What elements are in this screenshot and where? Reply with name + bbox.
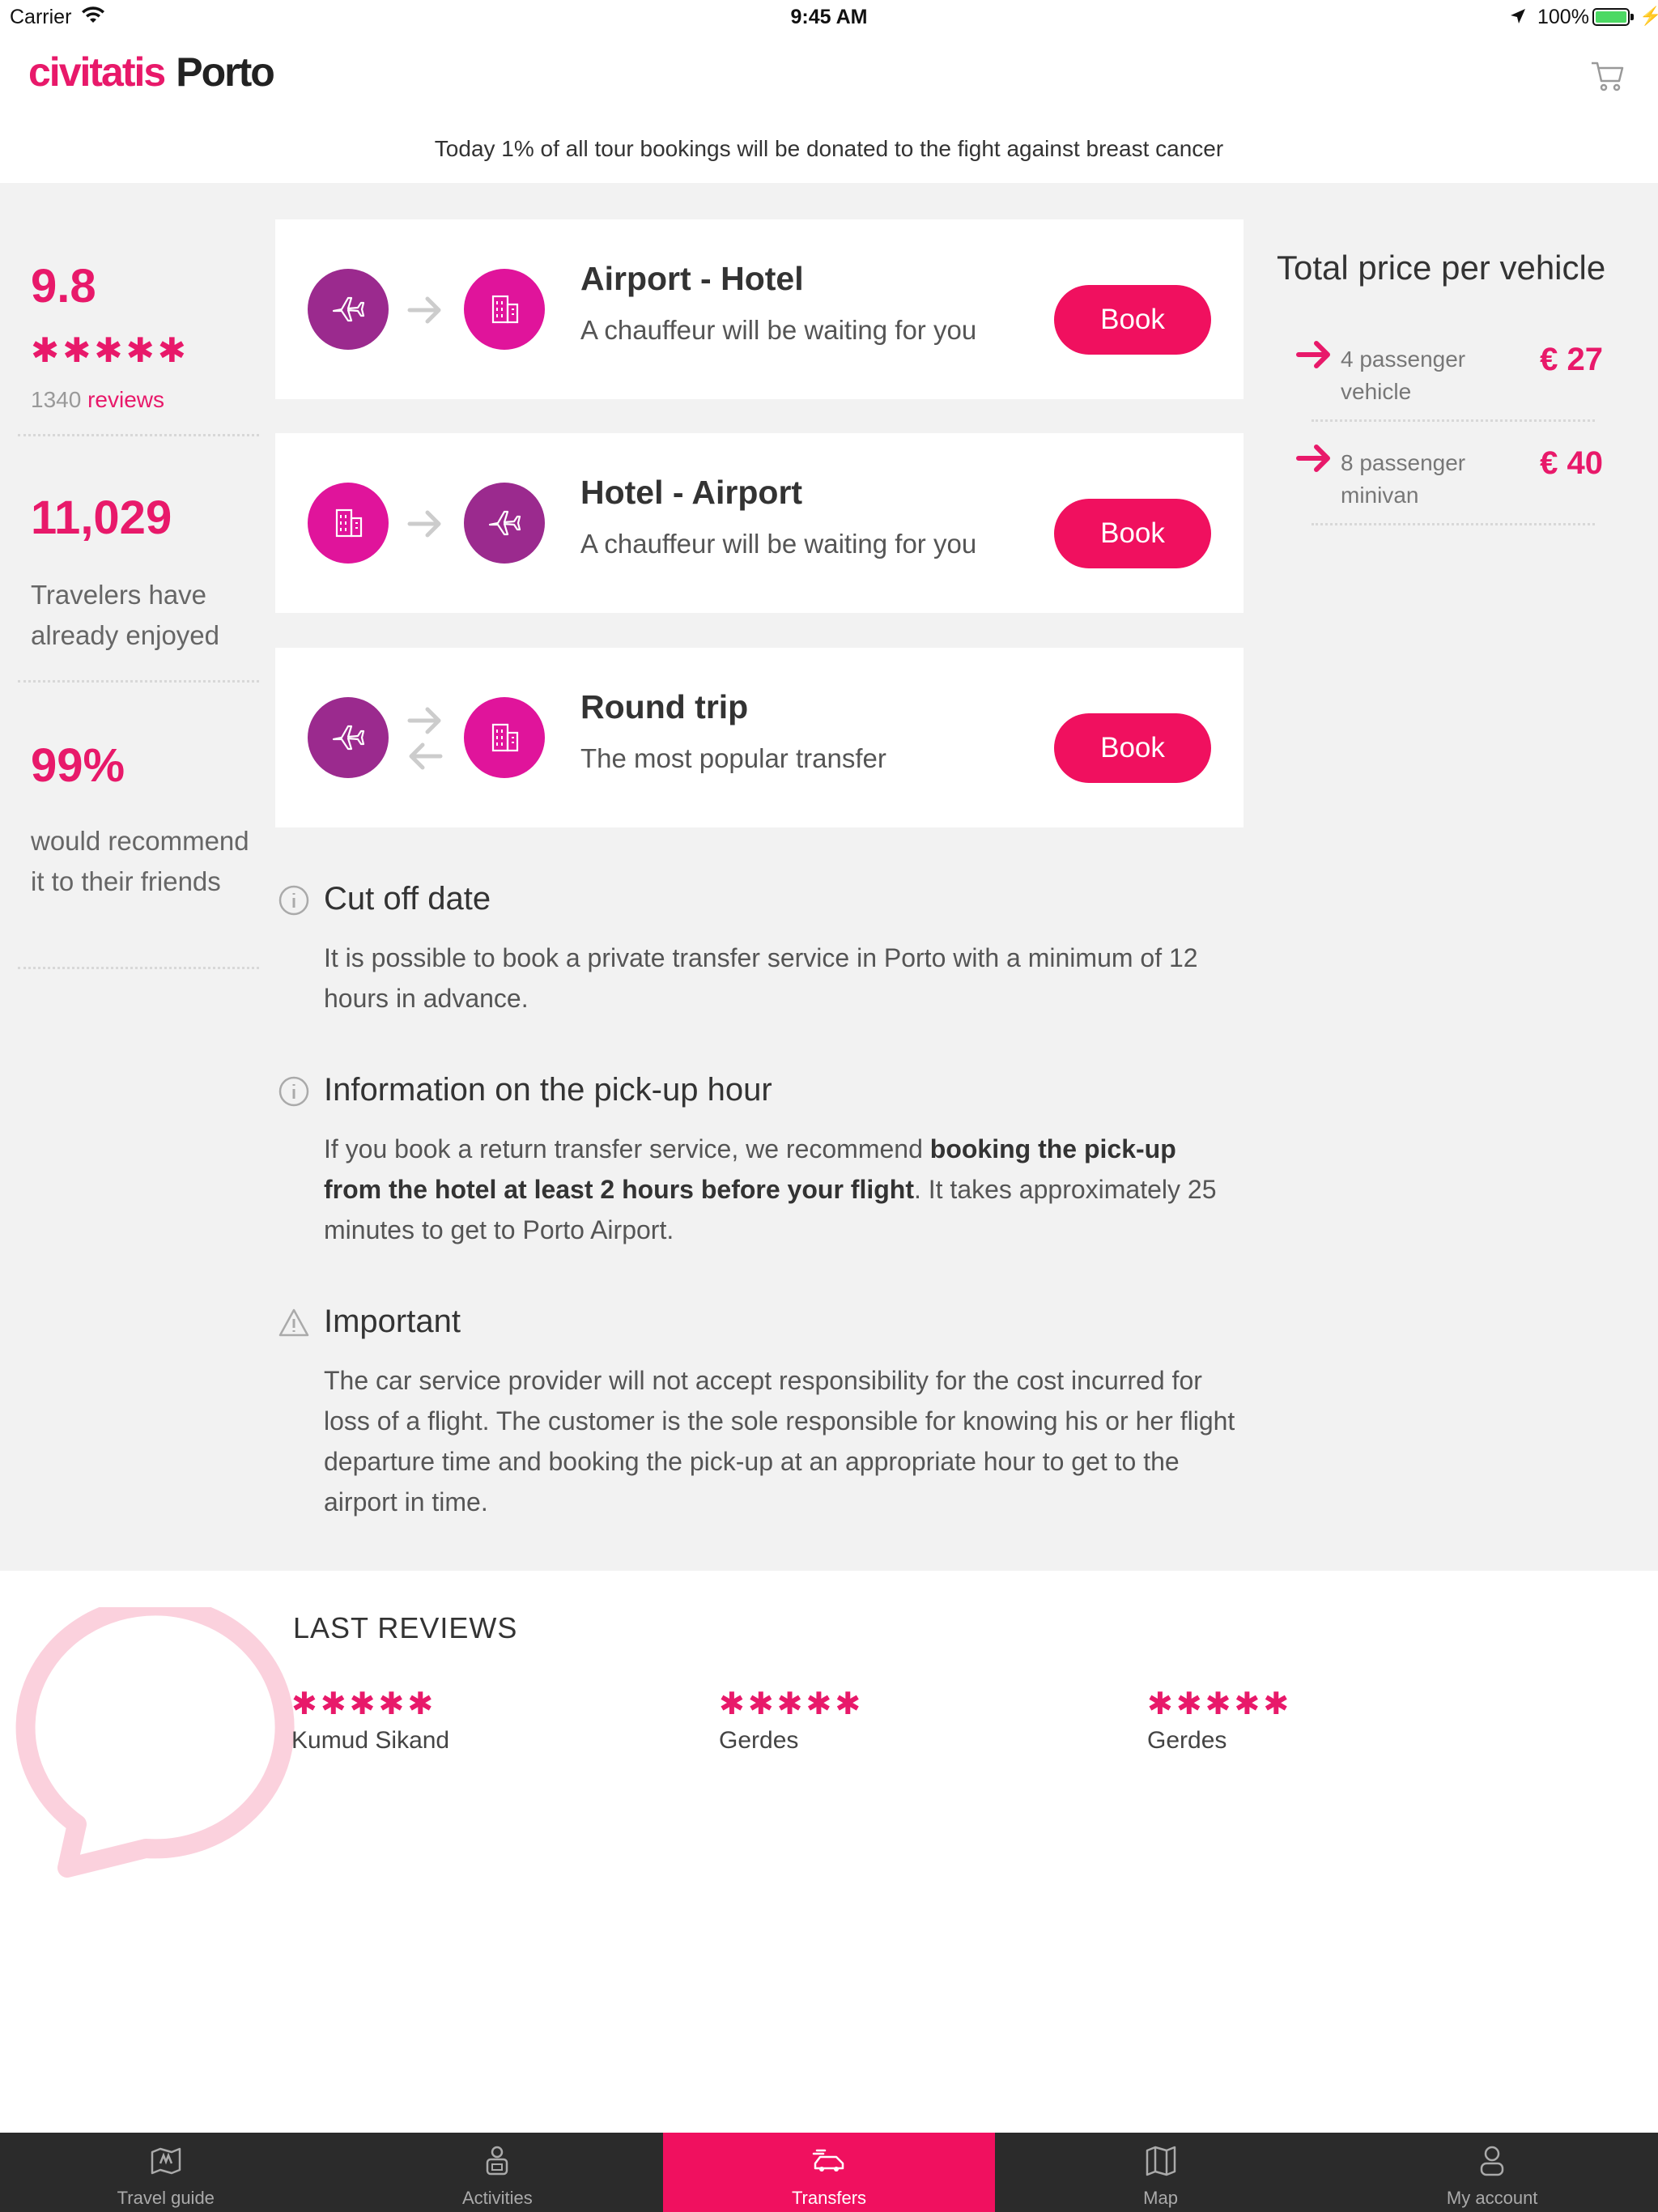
rating-score: 9.8 <box>31 260 96 313</box>
app-header: civitatis Porto <box>0 34 1658 123</box>
tab-my-account[interactable]: My account <box>1326 2133 1658 2212</box>
city-name: Porto <box>176 49 275 95</box>
arrow-right-icon <box>1296 445 1330 472</box>
battery-icon <box>1592 8 1630 26</box>
user-icon <box>1480 2146 1504 2176</box>
transfer-subtitle: The most popular transfer <box>580 743 886 773</box>
warning-icon <box>278 1308 309 1337</box>
info-icon <box>278 885 309 916</box>
pickup-title: Information on the pick-up hour <box>324 1072 772 1108</box>
map-icon <box>1146 2146 1175 2176</box>
rating-stars: ✱✱✱✱✱ <box>31 331 189 369</box>
donation-banner: Today 1% of all tour bookings will be do… <box>434 136 1224 161</box>
tab-label: Transfers <box>791 2188 867 2208</box>
price-panel-title: Total price per vehicle <box>1277 249 1606 287</box>
transfer-title: Hotel - Airport <box>580 474 803 511</box>
cart-icon[interactable] <box>1589 57 1626 94</box>
transfer-title: Round trip <box>580 688 749 725</box>
divider <box>18 434 259 436</box>
cutoff-text: It is possible to book a private transfe… <box>324 943 1198 1013</box>
transfer-subtitle: A chauffeur will be waiting for you <box>580 529 977 559</box>
divider <box>18 680 259 683</box>
tab-transfers[interactable]: Transfers <box>663 2133 995 2212</box>
tab-bar: Travel guide Activities Transfers Map My… <box>0 2133 1658 2212</box>
hotel-icon <box>308 483 389 564</box>
tab-map[interactable]: Map <box>995 2133 1327 2212</box>
arrow-right-icon <box>407 707 441 734</box>
airplane-icon <box>308 697 389 778</box>
tab-label: Map <box>1143 2188 1178 2208</box>
reviewer-name: Gerdes <box>1147 1727 1227 1754</box>
transfer-card-round-trip[interactable]: Round trip The most popular transfer Boo… <box>275 648 1244 827</box>
car-icon <box>812 2149 844 2172</box>
map-pin-icon <box>151 2147 181 2175</box>
review-item[interactable]: ✱✱✱✱✱ Kumud Sikand <box>291 1686 449 1755</box>
tab-travel-guide[interactable]: Travel guide <box>0 2133 332 2212</box>
reviews-number: 1340 <box>31 387 82 412</box>
review-item[interactable]: ✱✱✱✱✱ Gerdes <box>1147 1686 1292 1755</box>
clock: 9:45 AM <box>790 6 868 28</box>
vehicle-label: 4 passenger vehicle <box>1341 347 1466 404</box>
important-text: The car service provider will not accept… <box>324 1366 1235 1516</box>
tab-label: My account <box>1446 2188 1538 2208</box>
arrow-right-icon <box>407 296 441 324</box>
divider <box>18 967 259 969</box>
pickup-text: If you book a return transfer service, w… <box>324 1129 1239 1250</box>
arrow-right-icon <box>1296 341 1330 368</box>
info-icon <box>278 1076 309 1107</box>
airplane-icon <box>308 269 389 350</box>
review-stars: ✱✱✱✱✱ <box>291 1687 437 1721</box>
recommend-text: would recommend it to their friends <box>31 826 249 896</box>
transfer-card-airport-hotel[interactable]: Airport - Hotel A chauffeur will be wait… <box>275 219 1244 399</box>
transfer-title: Airport - Hotel <box>580 260 804 297</box>
review-stars: ✱✱✱✱✱ <box>1147 1687 1293 1721</box>
book-button[interactable]: Book <box>1054 713 1211 783</box>
tab-label: Travel guide <box>117 2188 215 2208</box>
airplane-icon <box>464 483 545 564</box>
divider <box>1312 523 1595 525</box>
reviewer-name: Gerdes <box>719 1727 799 1754</box>
transfer-card-hotel-airport[interactable]: Hotel - Airport A chauffeur will be wait… <box>275 433 1244 613</box>
book-button[interactable]: Book <box>1054 499 1211 568</box>
important-title: Important <box>324 1304 461 1339</box>
brand-name: civitatis <box>28 49 166 95</box>
cutoff-title: Cut off date <box>324 881 491 917</box>
tab-label: Activities <box>461 2188 533 2208</box>
speech-bubble-icon <box>15 1607 295 1878</box>
book-button[interactable]: Book <box>1054 285 1211 355</box>
reviews-count[interactable]: 1340 reviews <box>31 387 164 413</box>
location-arrow-icon <box>1511 9 1525 23</box>
price-row: 8 passenger minivan € 40 <box>1295 437 1603 510</box>
review-stars: ✱✱✱✱✱ <box>719 1687 865 1721</box>
price-row: 4 passenger vehicle € 27 <box>1295 334 1603 406</box>
review-item[interactable]: ✱✱✱✱✱ Gerdes <box>719 1686 864 1755</box>
reviews-link[interactable]: reviews <box>87 387 164 412</box>
arrow-right-icon <box>407 510 441 538</box>
pickup-text-start: If you book a return transfer service, w… <box>324 1134 930 1163</box>
travelers-count: 11,029 <box>31 491 172 544</box>
vehicle-price: € 27 <box>1540 342 1603 377</box>
person-icon <box>487 2146 508 2176</box>
reviewer-name: Kumud Sikand <box>291 1727 450 1754</box>
last-reviews-title: LAST REVIEWS <box>293 1611 518 1644</box>
logo[interactable]: civitatis Porto <box>28 49 275 96</box>
vehicle-label: 8 passenger minivan <box>1341 450 1466 508</box>
divider <box>1312 419 1595 422</box>
battery-tip <box>1630 14 1634 20</box>
vehicle-price: € 40 <box>1540 445 1603 481</box>
battery-percent: 100% <box>1537 6 1589 28</box>
status-bar: Carrier 9:45 AM 100% ⚡ <box>0 0 1658 34</box>
hotel-icon <box>464 697 545 778</box>
hotel-icon <box>464 269 545 350</box>
arrow-left-icon <box>409 742 443 770</box>
travelers-text: Travelers have already enjoyed <box>31 580 219 650</box>
recommend-percent: 99% <box>31 739 125 792</box>
transfer-subtitle: A chauffeur will be waiting for you <box>580 315 977 345</box>
charging-icon: ⚡ <box>1639 6 1658 26</box>
tab-activities[interactable]: Activities <box>332 2133 664 2212</box>
